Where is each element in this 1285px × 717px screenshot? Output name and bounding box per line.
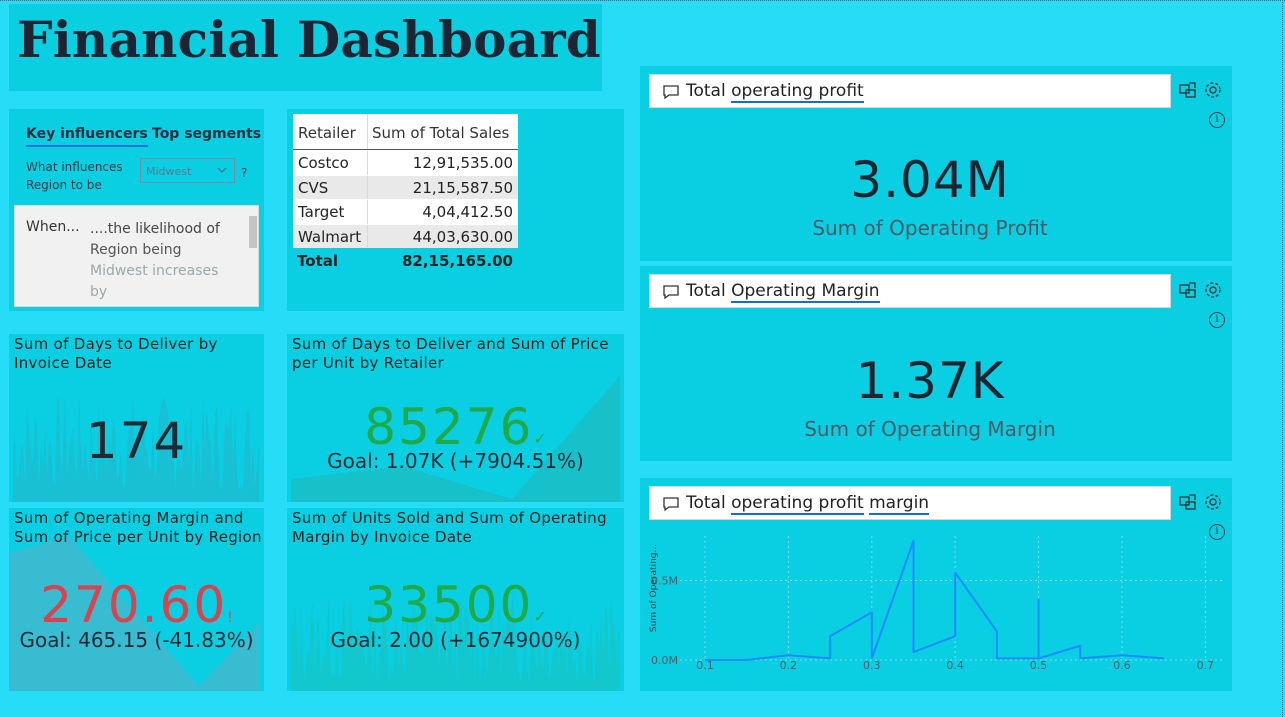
page-title: Financial Dashboard <box>17 10 601 69</box>
table-cell: CVS <box>293 175 368 199</box>
influencer-question: What influences Region to be <box>26 160 123 192</box>
retailer-sales-table-tile: Retailer Sum of Total Sales Costco 12,91… <box>287 109 624 311</box>
card-line-2: Region being <box>90 242 182 258</box>
qa-question-text: Total Operating Margin <box>686 281 880 303</box>
qa-question-box[interactable]: Total Operating Margin <box>649 274 1171 308</box>
influencer-card[interactable]: When... ....the likelihood of Region bei… <box>14 205 259 307</box>
qa-value: 3.04M <box>850 151 1010 209</box>
check-icon: ✓ <box>533 607 547 626</box>
qa-term: operating profit <box>731 81 864 103</box>
kpi-goal: Goal: 465.15 (-41.83%) <box>19 628 254 652</box>
qa-question-text: Total operating profit <box>686 81 864 103</box>
table-total-row: Total 82,15,165.00 <box>293 252 518 270</box>
tab-key-influencers[interactable]: Key influencers <box>26 126 148 147</box>
kpi-value: 174 <box>85 412 188 470</box>
total-label: Total <box>297 252 338 270</box>
qa-operating-profit-margin[interactable]: Total operating profit margin i 0.1 0.2 0.… <box>640 478 1232 691</box>
table-cell: 12,91,535.00 <box>412 154 513 172</box>
kpi-days-price-by-retailer[interactable]: Sum of Days to Deliver and Sum of Price … <box>287 334 624 502</box>
title-tile: Financial Dashboard <box>9 4 602 91</box>
table-row: Walmart 44,03,630.00 <box>293 223 518 248</box>
pin-visual-icon[interactable] <box>1178 281 1198 299</box>
table-header: Retailer Sum of Total Sales <box>293 114 518 150</box>
kpi-goal: Goal: 2.00 (+1674900%) <box>330 628 581 652</box>
region-dropdown-value: Midwest <box>146 165 192 178</box>
card-line-1: ....the likelihood of <box>90 221 220 237</box>
qa-prefix: Total <box>686 81 726 101</box>
top-border <box>0 0 1285 1</box>
check-icon: ✓ <box>533 429 547 448</box>
x-tick-label: 0.6 <box>1113 659 1131 672</box>
qa-label: Sum of Operating Profit <box>812 216 1048 240</box>
kpi-value-text: 270.60 <box>40 576 228 634</box>
help-mark[interactable]: ? <box>241 166 247 180</box>
kpi-title: Sum of Days to Deliver by Invoice Date <box>14 335 218 372</box>
kpi-title: Sum of Units Sold and Sum of Operating M… <box>292 509 607 546</box>
table-row: Costco 12,91,535.00 <box>293 150 518 175</box>
kpi-value-text: 33500 <box>364 576 534 634</box>
kpi-value: 270.60! <box>9 576 264 634</box>
x-tick-label: 0.4 <box>946 659 964 672</box>
card-when: When... <box>26 219 80 235</box>
x-tick-label: 0.3 <box>863 659 881 672</box>
key-influencers-visual[interactable]: Key influencers Top segments What influe… <box>9 109 264 311</box>
operating-profit-margin-chart[interactable]: 0.1 0.2 0.3 0.4 0.5 0.6 0.70.0M0.5MSum of Oper… <box>640 478 1232 691</box>
kpi-title: Sum of Days to Deliver and Sum of Price … <box>292 335 609 372</box>
chevron-down-icon <box>217 167 227 173</box>
card-scrollbar[interactable] <box>249 216 257 248</box>
card-result: ....the likelihood of Region being Midwe… <box>90 219 238 303</box>
table-cell: 21,15,587.50 <box>412 178 513 197</box>
table-cell: Costco <box>293 151 368 175</box>
card-line-3: Midwest increases by <box>90 263 219 300</box>
pin-visual-icon[interactable] <box>1178 81 1198 99</box>
tab-top-segments[interactable]: Top segments <box>152 126 261 142</box>
qa-question-box[interactable]: Total operating profit <box>649 74 1171 108</box>
qa-term: Operating Margin <box>731 281 880 303</box>
retailer-sales-table: Retailer Sum of Total Sales Costco 12,91… <box>293 114 518 248</box>
x-tick-label: 0.7 <box>1197 659 1215 672</box>
table-row: CVS 21,15,587.50 <box>293 174 518 199</box>
qa-value: 1.37K <box>855 352 1005 410</box>
qa-label: Sum of Operating Margin <box>804 417 1056 441</box>
kpi-title: Sum of Operating Margin and Sum of Price… <box>14 509 262 546</box>
gear-icon[interactable] <box>1203 280 1223 300</box>
column-header-total-sales[interactable]: Sum of Total Sales <box>368 114 518 149</box>
info-icon[interactable]: i <box>1209 312 1225 328</box>
info-icon[interactable]: i <box>1209 112 1225 128</box>
qa-operating-margin[interactable]: Total Operating Margin i 1.37K Sum of Op… <box>640 266 1232 461</box>
gear-icon[interactable] <box>1203 80 1223 100</box>
series-line <box>705 539 1164 661</box>
kpi-days-to-deliver[interactable]: Sum of Days to Deliver by Invoice Date 1… <box>9 334 264 502</box>
kpi-value-text: 85276 <box>364 398 534 456</box>
total-value: 82,15,165.00 <box>401 252 513 270</box>
right-border <box>1282 0 1283 717</box>
table-row: Target 4,04,412.50 <box>293 199 518 224</box>
chat-bubble-icon <box>663 285 679 300</box>
qa-prefix: Total <box>686 281 726 301</box>
column-header-retailer[interactable]: Retailer <box>293 114 368 149</box>
y-axis-label: Sum of Operating... <box>649 544 659 632</box>
kpi-value: 33500✓ <box>287 576 624 634</box>
kpi-units-margin-by-date[interactable]: Sum of Units Sold and Sum of Operating M… <box>287 508 624 691</box>
region-dropdown[interactable]: Midwest <box>140 158 235 183</box>
kpi-goal: Goal: 1.07K (+7904.51%) <box>327 449 584 473</box>
qa-operating-profit[interactable]: Total operating profit i 3.04M Sum of Op… <box>640 66 1232 261</box>
alert-icon: ! <box>227 610 233 626</box>
table-cell: Walmart <box>293 224 368 248</box>
table-cell: 44,03,630.00 <box>412 227 513 246</box>
chat-bubble-icon <box>663 85 679 100</box>
table-cell: 4,04,412.50 <box>422 203 513 221</box>
table-cell: Target <box>293 200 368 224</box>
x-tick-label: 0.5 <box>1030 659 1048 672</box>
kpi-value: 85276✓ <box>287 398 624 456</box>
kpi-margin-price-by-region[interactable]: Sum of Operating Margin and Sum of Price… <box>9 508 264 691</box>
y-tick-label: 0.0M <box>651 654 678 667</box>
x-tick-label: 0.2 <box>780 659 798 672</box>
